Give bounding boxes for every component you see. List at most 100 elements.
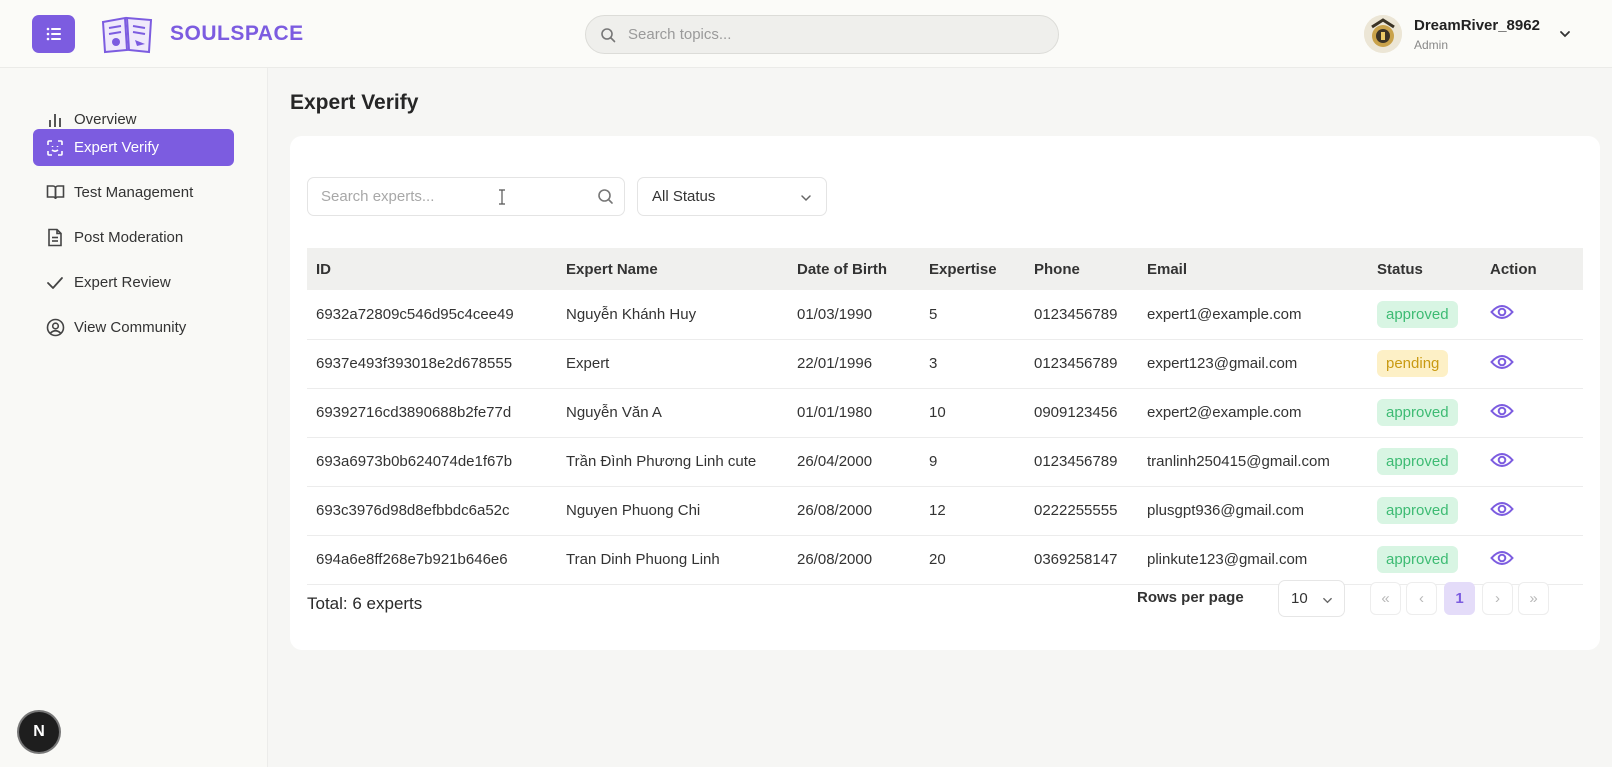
cell-email: tranlinh250415@gmail.com: [1147, 453, 1330, 470]
table-row[interactable]: 69392716cd3890688b2fe77d Nguyễn Văn A 01…: [307, 388, 1583, 437]
column-header-action: Action: [1490, 260, 1537, 278]
sidebar-item-label: Post Moderation: [74, 229, 184, 246]
status-filter-value: All Status: [652, 188, 716, 205]
column-header-dob[interactable]: Date of Birth: [788, 248, 920, 290]
cell-id: 69392716cd3890688b2fe77d: [316, 404, 512, 421]
cell-phone: 0909123456: [1034, 404, 1118, 421]
sidebar-item-label: Test Management: [74, 184, 194, 201]
column-header-status[interactable]: Status: [1368, 248, 1481, 290]
page-title: Expert Verify: [290, 91, 419, 114]
sidebar-item-label: Expert Verify: [74, 139, 160, 156]
prev-page-button[interactable]: ‹: [1406, 582, 1437, 615]
cell-expertise: 3: [929, 355, 938, 372]
cell-phone: 0123456789: [1034, 355, 1118, 372]
sidebar-item-post-moderation[interactable]: Post Moderation: [33, 219, 234, 256]
cell-expertise: 10: [929, 404, 946, 421]
cell-phone: 0222255555: [1034, 502, 1118, 519]
sidebar-item-test-management[interactable]: Test Management: [33, 174, 234, 211]
chevron-down-icon[interactable]: [1558, 27, 1572, 46]
view-details-button[interactable]: [1490, 353, 1514, 371]
eye-icon: [1490, 550, 1514, 565]
cell-id: 694a6e8ff268e7b921b646e6: [316, 551, 508, 568]
expert-search-box[interactable]: [307, 177, 625, 216]
cell-expertise: 20: [929, 551, 946, 568]
eye-icon: [1490, 452, 1514, 467]
column-header-id[interactable]: ID: [307, 248, 557, 290]
menu-toggle-button[interactable]: [32, 15, 75, 53]
eye-icon: [1490, 305, 1514, 320]
view-details-button[interactable]: [1490, 500, 1514, 518]
sidebar-item-view-community[interactable]: View Community: [33, 309, 234, 346]
expert-search-input[interactable]: [321, 188, 591, 205]
table-row[interactable]: 6932a72809c546d95c4cee49 Nguyễn Khánh Hu…: [307, 290, 1583, 339]
cell-dob: 26/08/2000: [797, 502, 873, 519]
eye-icon: [1490, 403, 1514, 418]
status-badge: approved: [1377, 300, 1458, 328]
search-icon[interactable]: [597, 188, 614, 210]
brand-name[interactable]: SOULSPACE: [170, 22, 304, 46]
column-header-email[interactable]: Email: [1138, 248, 1368, 290]
chevrons-right-icon: »: [1529, 590, 1538, 607]
experts-card: All Status ID Expert Name Date of Birth …: [290, 136, 1600, 650]
table-row[interactable]: 693c3976d98d8efbbdc6a52c Nguyen Phuong C…: [307, 486, 1583, 535]
rows-per-page-select[interactable]: 10: [1278, 580, 1345, 617]
chevron-down-icon: [1322, 593, 1333, 610]
cell-id: 6937e493f393018e2d678555: [316, 355, 513, 372]
status-badge: pending: [1377, 350, 1449, 377]
table-row[interactable]: 6937e493f393018e2d678555 Expert 22/01/19…: [307, 339, 1583, 388]
search-icon: [601, 27, 616, 42]
cell-expertise: 9: [929, 453, 938, 470]
topic-search-box[interactable]: [585, 15, 1059, 54]
cell-email: plusgpt936@gmail.com: [1147, 502, 1304, 519]
cell-email: plinkute123@gmail.com: [1147, 551, 1308, 568]
column-header-expertise[interactable]: Expertise: [920, 248, 1025, 290]
cell-email: expert123@gmail.com: [1147, 355, 1298, 372]
sidebar-item-label: Expert Review: [74, 274, 171, 291]
rows-per-page-value: 10: [1291, 590, 1308, 607]
table-row[interactable]: 693a6973b0b624074de1f67b Trần Đình Phươn…: [307, 437, 1583, 486]
avatar[interactable]: [1364, 15, 1402, 53]
bar-chart-icon: [45, 110, 65, 130]
cell-dob: 26/08/2000: [797, 551, 873, 568]
status-filter-select[interactable]: All Status: [637, 177, 827, 216]
sidebar-item-expert-verify[interactable]: Expert Verify: [33, 129, 234, 166]
cell-email: expert2@example.com: [1147, 404, 1302, 421]
chevron-left-icon: ‹: [1419, 590, 1424, 607]
cell-name: Nguyễn Văn A: [566, 404, 662, 421]
view-details-button[interactable]: [1490, 451, 1514, 469]
cell-email: expert1@example.com: [1147, 305, 1302, 323]
table-row[interactable]: 694a6e8ff268e7b921b646e6 Tran Dinh Phuon…: [307, 535, 1583, 584]
sidebar-item-expert-review[interactable]: Expert Review: [33, 264, 234, 301]
first-page-button[interactable]: «: [1370, 582, 1401, 615]
last-page-button[interactable]: »: [1518, 582, 1549, 615]
cell-name: Tran Dinh Phuong Linh: [566, 551, 720, 568]
rows-per-page-label: Rows per page: [1137, 589, 1244, 606]
experts-table: ID Expert Name Date of Birth Expertise P…: [307, 248, 1583, 585]
top-header: SOULSPACE DreamRiver_8962 Admin: [0, 0, 1612, 68]
column-header-phone[interactable]: Phone: [1025, 248, 1138, 290]
table-header-row: ID Expert Name Date of Birth Expertise P…: [307, 248, 1583, 290]
text-cursor-icon: [498, 189, 506, 210]
cell-phone: 0369258147: [1034, 551, 1118, 568]
eye-icon: [1490, 501, 1514, 516]
menu-icon: [46, 27, 61, 41]
cell-phone: 0123456789: [1034, 305, 1118, 323]
topic-search-input[interactable]: [628, 26, 1028, 43]
column-header-name[interactable]: Expert Name: [557, 248, 788, 290]
scan-face-icon: [45, 138, 65, 158]
file-text-icon: [45, 228, 65, 248]
cell-dob: 26/04/2000: [797, 453, 873, 470]
dev-badge[interactable]: N: [19, 712, 59, 752]
page-number: 1: [1455, 590, 1464, 607]
view-details-button[interactable]: [1490, 402, 1514, 420]
chevrons-left-icon: «: [1381, 590, 1390, 607]
cell-name: Expert: [566, 355, 610, 372]
user-name[interactable]: DreamRiver_8962: [1414, 17, 1540, 34]
cell-id: 693a6973b0b624074de1f67b: [316, 453, 513, 470]
view-details-button[interactable]: [1490, 549, 1514, 567]
user-role: Admin: [1414, 38, 1449, 52]
page-number-button[interactable]: 1: [1444, 582, 1475, 615]
next-page-button[interactable]: ›: [1482, 582, 1513, 615]
brand-logo[interactable]: [99, 14, 155, 54]
view-details-button[interactable]: [1490, 303, 1514, 321]
